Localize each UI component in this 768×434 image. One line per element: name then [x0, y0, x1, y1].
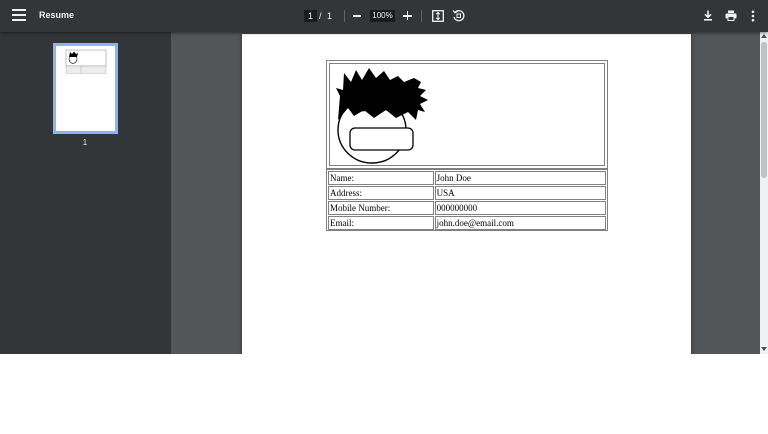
resume-table: Name: John Doe Address: USA Mobile Numbe…: [326, 169, 608, 231]
email-value: john.doe@email.com: [434, 216, 606, 230]
current-page-input[interactable]: 1: [304, 10, 317, 22]
email-label: Email:: [328, 216, 434, 230]
table-row: Name: John Doe: [327, 170, 607, 185]
print-icon[interactable]: [725, 10, 737, 21]
more-options-icon[interactable]: [751, 10, 755, 22]
name-label: Name:: [328, 171, 434, 185]
vertical-scrollbar[interactable]: [760, 32, 768, 354]
photo-frame: [329, 63, 605, 166]
address-label: Address:: [328, 186, 434, 200]
table-row: Address: USA: [327, 185, 607, 200]
table-row: Mobile Number: 000000000: [327, 200, 607, 215]
zoom-out-icon[interactable]: [353, 15, 361, 17]
download-icon[interactable]: [703, 10, 713, 21]
zoom-in-icon[interactable]: [403, 11, 412, 20]
scroll-down-arrow-icon[interactable]: [761, 347, 767, 351]
thumbnail-preview: [65, 49, 107, 74]
document-title: Resume: [39, 10, 75, 20]
menu-icon[interactable]: [12, 9, 26, 23]
address-value: USA: [434, 186, 606, 200]
pdf-page: Name: John Doe Address: USA Mobile Numbe…: [242, 34, 691, 354]
toolbar: Resume 1 / 1 100%: [0, 0, 768, 32]
toolbar-divider: [421, 10, 422, 22]
photo-cell: [326, 60, 608, 169]
name-value: John Doe: [434, 171, 606, 185]
toolbar-divider: [344, 10, 345, 22]
pdf-viewer: Resume 1 / 1 100% 1 Name: John Doe Addre…: [0, 0, 768, 354]
page-separator: /: [319, 11, 322, 21]
scrollbar-thumb[interactable]: [761, 42, 767, 178]
fit-to-page-icon[interactable]: [432, 10, 444, 22]
total-pages: 1: [327, 11, 333, 21]
page-thumbnail[interactable]: [53, 43, 118, 134]
table-row: Email: john.doe@email.com: [327, 215, 607, 230]
mobile-number-label: Mobile Number:: [328, 201, 434, 215]
rotate-icon[interactable]: [452, 9, 465, 22]
cartoon-face-icon: [336, 68, 428, 164]
scroll-up-arrow-icon[interactable]: [761, 34, 767, 38]
thumbnail-page-number: 1: [82, 138, 88, 147]
mobile-number-value: 000000000: [434, 201, 606, 215]
zoom-level-input[interactable]: 100%: [370, 10, 395, 22]
